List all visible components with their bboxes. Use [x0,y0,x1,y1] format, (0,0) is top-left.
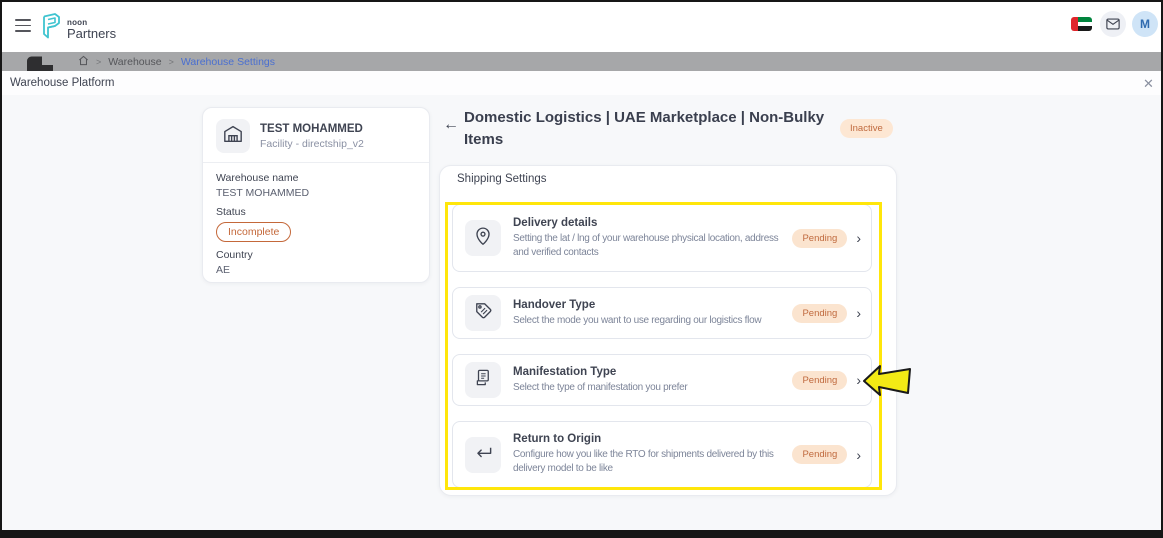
pending-badge: Pending [792,304,847,323]
location-pin-icon [474,226,492,251]
chevron-right-icon[interactable]: › [856,373,861,387]
warehouse-name-header: TEST MOHAMMED [260,123,364,135]
noon-logo-icon [40,13,62,45]
mail-icon[interactable] [1100,11,1126,37]
setting-row-handover-type[interactable]: Handover Type Select the mode you want t… [452,287,872,339]
row-title: Handover Type [513,299,780,311]
breadcrumb: > Warehouse > Warehouse Settings [78,54,275,70]
inactive-badge: Inactive [840,119,893,138]
pending-badge: Pending [792,371,847,390]
setting-row-return-to-origin[interactable]: Return to Origin Configure how you like … [452,421,872,488]
uae-flag-icon[interactable] [1071,17,1092,31]
breadcrumb-warehouse-settings[interactable]: Warehouse Settings [181,56,275,68]
row-description: Setting the lat / lng of your warehouse … [513,232,780,260]
noon-partners-logo[interactable]: noon Partners [40,13,116,45]
close-icon[interactable]: ✕ [1141,74,1156,94]
overlay-title: Warehouse Platform [10,77,114,89]
warehouse-name-value: TEST MOHAMMED [216,187,416,199]
row-description: Select the mode you want to use regardin… [513,314,780,328]
back-arrow-icon[interactable]: ← [443,116,459,134]
top-bar [2,2,1161,52]
country-value: AE [216,264,416,276]
row-title: Delivery details [513,217,780,229]
row-description: Select the type of manifestation you pre… [513,381,780,395]
country-label: Country [216,249,416,261]
tag-icon [474,301,493,325]
shipping-settings-title: Shipping Settings [457,173,547,185]
pending-badge: Pending [792,229,847,248]
chevron-right-icon[interactable]: › [856,306,861,320]
logo-text-bottom: Partners [67,26,116,41]
return-arrow-icon [474,445,493,465]
warehouse-info-card: TEST MOHAMMED Facility - directship_v2 W… [202,107,430,283]
home-icon[interactable] [78,55,89,69]
warehouse-name-label: Warehouse name [216,172,416,184]
facility-subtitle: Facility - directship_v2 [260,138,364,150]
row-title: Return to Origin [513,433,780,445]
breadcrumb-separator: > [169,57,174,67]
warehouse-icon [223,125,243,148]
chevron-right-icon[interactable]: › [856,448,861,462]
pending-badge: Pending [792,445,847,464]
app-window: noon Partners M > Warehouse > Warehouse … [0,0,1163,538]
window-bottom-edge [2,530,1161,536]
breadcrumb-separator: > [96,57,101,67]
overlay-header [2,71,1161,95]
avatar[interactable]: M [1132,11,1158,37]
hamburger-menu-icon[interactable] [15,19,31,32]
row-description: Configure how you like the RTO for shipm… [513,448,780,476]
row-title: Manifestation Type [513,366,780,378]
breadcrumb-warehouse[interactable]: Warehouse [108,56,161,68]
status-label: Status [216,206,416,218]
setting-row-manifestation-type[interactable]: Manifestation Type Select the type of ma… [452,354,872,406]
setting-row-delivery-details[interactable]: Delivery details Setting the lat / lng o… [452,204,872,272]
manifest-icon [474,368,492,392]
status-badge: Incomplete [216,222,291,242]
page-title: Domestic Logistics | UAE Marketplace | N… [464,107,856,151]
chevron-right-icon[interactable]: › [856,231,861,245]
